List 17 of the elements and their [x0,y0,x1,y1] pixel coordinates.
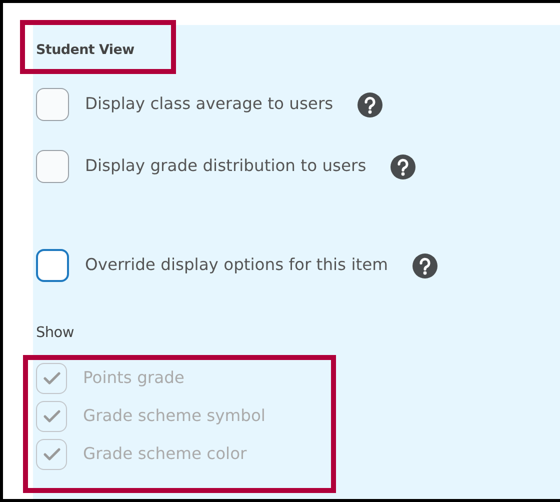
help-icon[interactable] [357,92,384,118]
option-label: Grade scheme symbol [83,405,266,428]
option-label: Display grade distribution to users [85,155,366,178]
checkmark-icon [42,409,60,424]
section-heading: Student View [36,41,134,60]
option-label: Display class average to users [85,93,334,116]
checkmark-icon [42,371,60,386]
checkbox[interactable] [36,249,69,282]
help-icon[interactable] [412,252,438,278]
option-label: Override display options for this item [85,254,388,276]
checkbox[interactable] [36,150,69,183]
help-icon[interactable] [390,154,416,180]
option-label: Grade scheme color [83,443,247,466]
checkbox[interactable] [36,88,69,121]
option-label: Points grade [83,367,184,390]
section-label: Show [36,324,75,343]
checkmark-icon [42,447,60,462]
